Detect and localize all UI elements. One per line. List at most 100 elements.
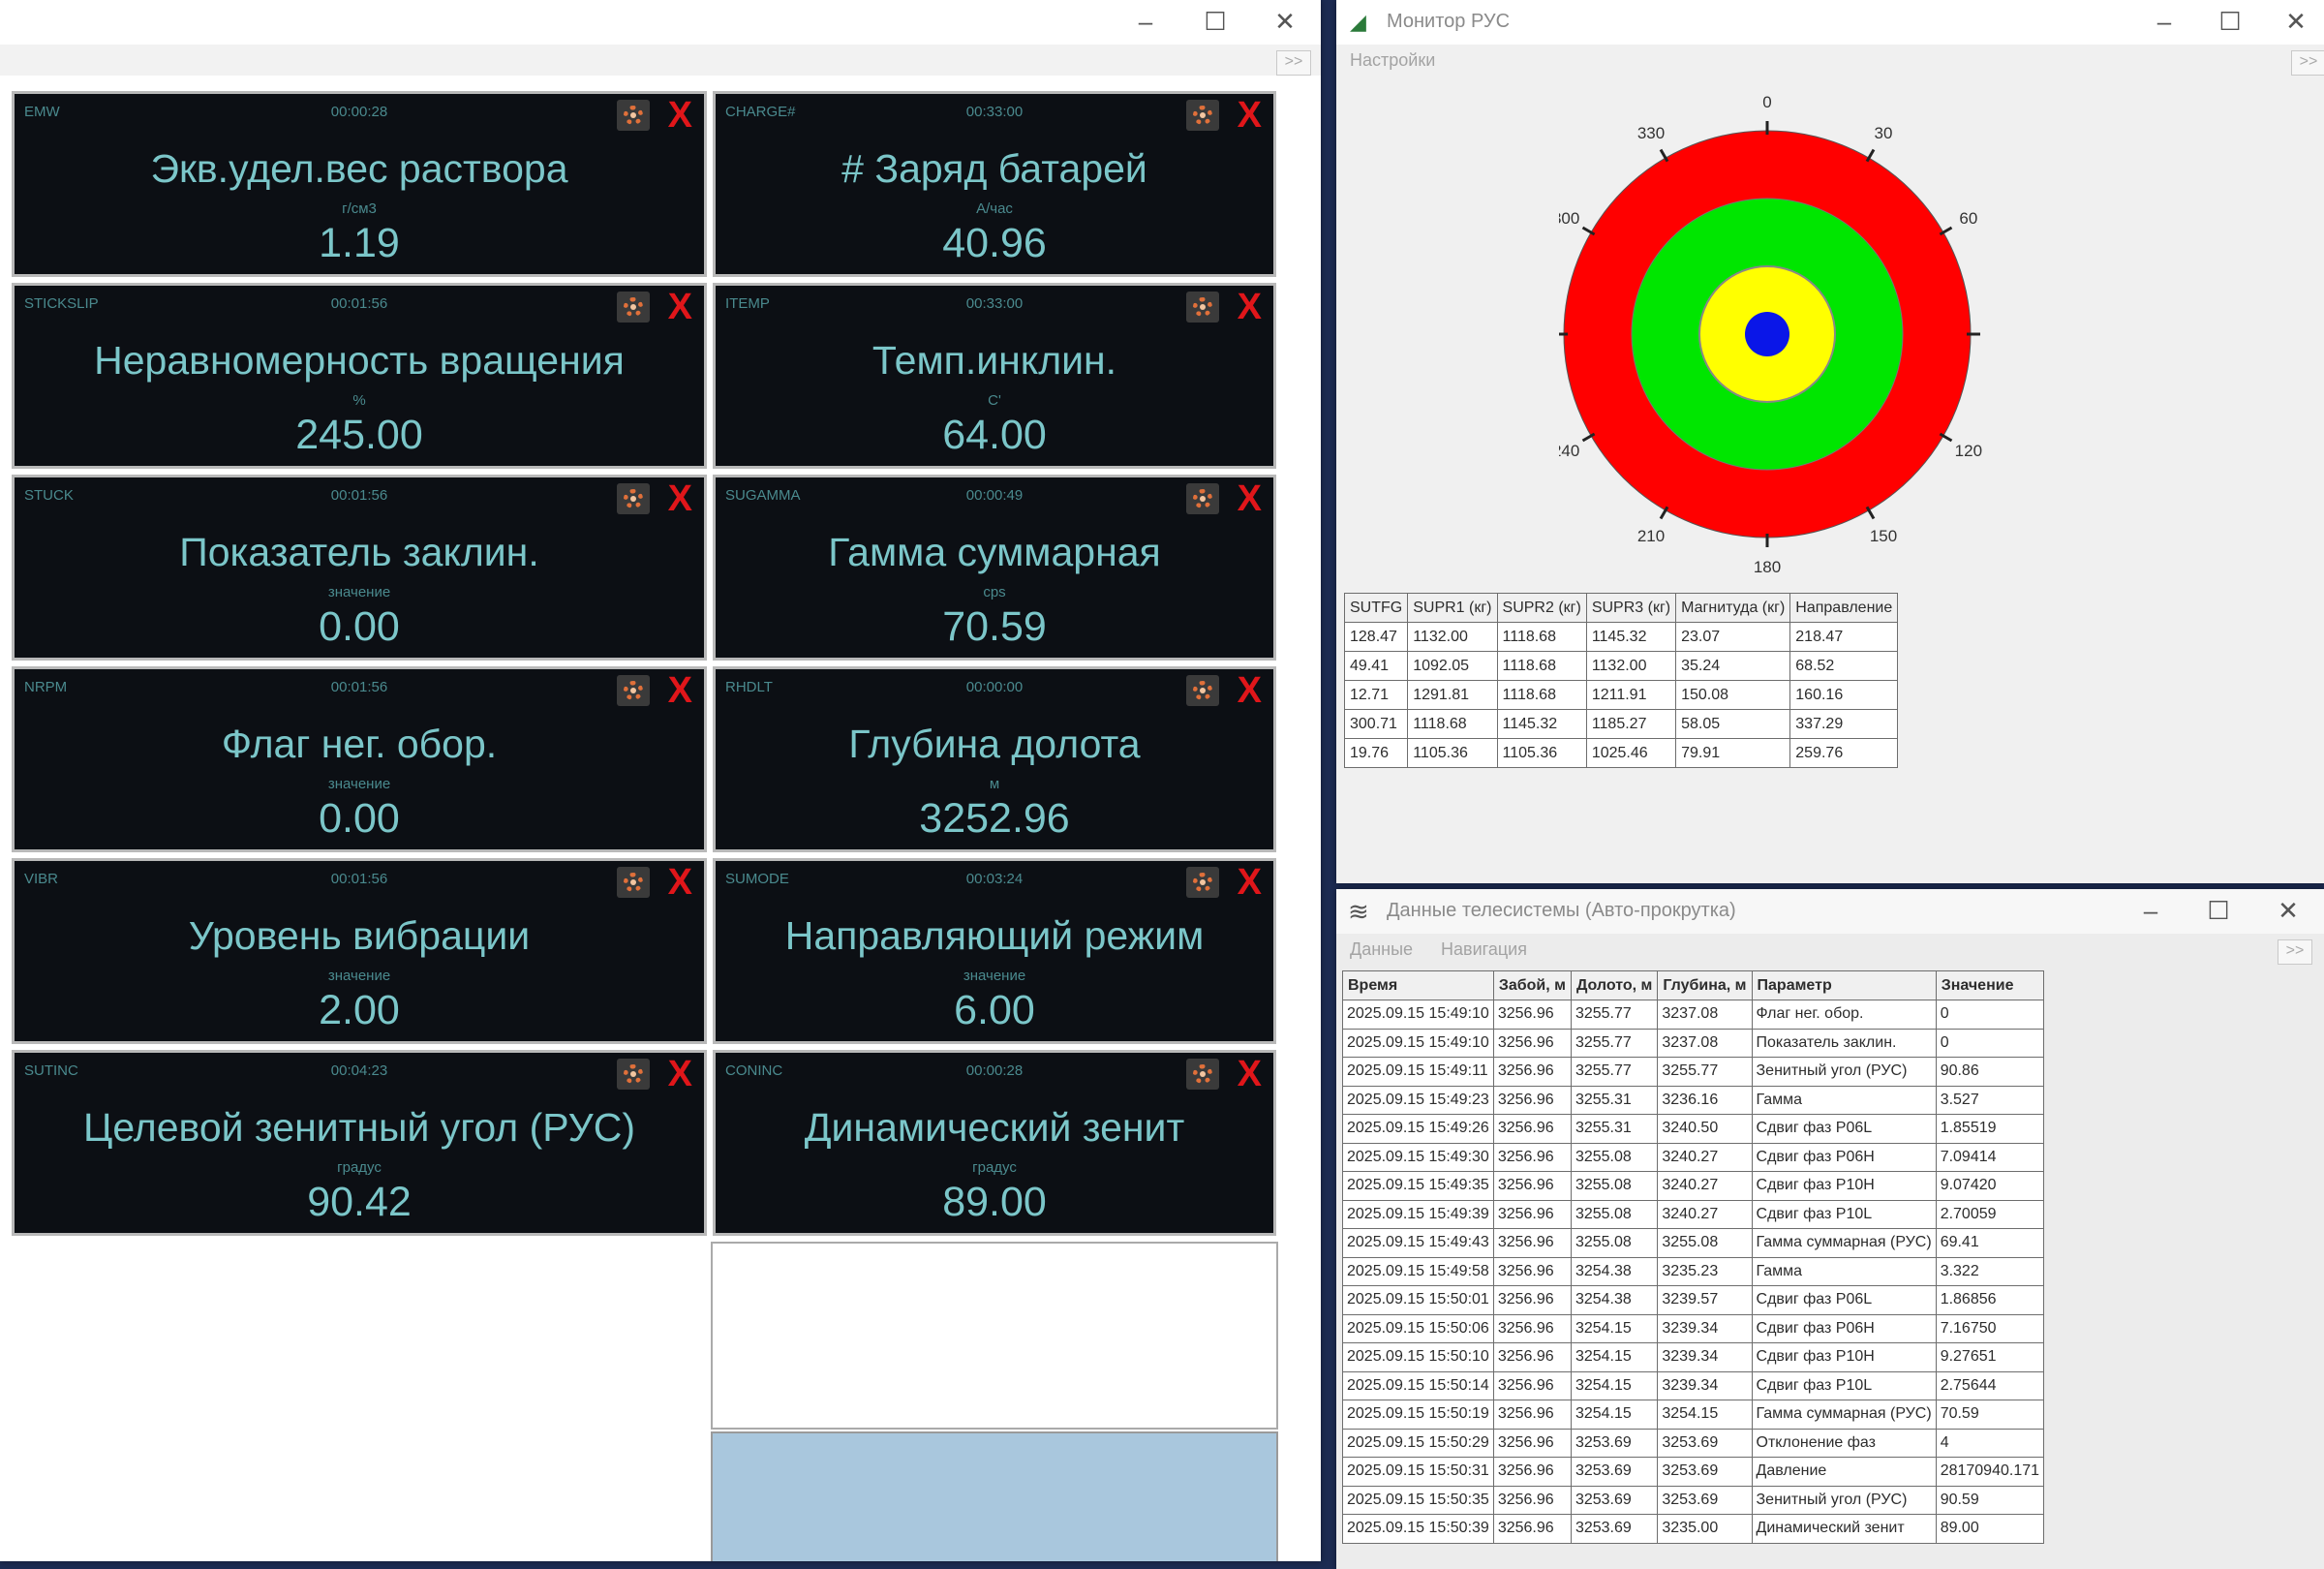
column-header[interactable]: Направление	[1789, 593, 1899, 623]
table-cell: 3253.69	[1657, 1428, 1753, 1458]
settings-button[interactable]	[1186, 1059, 1219, 1090]
table-cell: 90.86	[1935, 1057, 2045, 1087]
panel-unit: значение	[963, 968, 1026, 984]
maximize-icon[interactable]: ☐	[1193, 4, 1238, 39]
maximize-icon[interactable]: ☐	[2208, 4, 2252, 39]
table-cell: 3255.77	[1570, 1000, 1659, 1030]
table-row[interactable]: 2025.09.15 15:50:14 3256.96 3254.15 3239.34…	[1342, 1370, 2045, 1400]
column-header[interactable]: Забой, м	[1492, 970, 1572, 1000]
table-row[interactable]: 2025.09.15 15:49:39 3256.96 3255.08 3240.27…	[1342, 1199, 2045, 1229]
title-bar: ◢ Монитор РУС – ☐ ✕	[1336, 0, 2324, 45]
table-row[interactable]: 2025.09.15 15:50:31 3256.96 3253.69 3253.69…	[1342, 1457, 2045, 1487]
column-header[interactable]: SUPR1 (кг)	[1407, 593, 1498, 623]
more-button[interactable]: >>	[2278, 939, 2312, 965]
close-panel-icon[interactable]: X	[668, 1053, 692, 1095]
minimize-icon[interactable]: –	[2142, 4, 2186, 39]
table-cell: 9.27651	[1935, 1342, 2045, 1372]
empty-panel-slot-selected[interactable]	[711, 1431, 1278, 1561]
table-row[interactable]: 2025.09.15 15:49:23 3256.96 3255.31 3236.16…	[1342, 1085, 2045, 1115]
table-row[interactable]: 2025.09.15 15:49:26 3256.96 3255.31 3240.50…	[1342, 1114, 2045, 1144]
column-header[interactable]: Магнитуда (кг)	[1675, 593, 1791, 623]
close-panel-icon[interactable]: X	[1238, 94, 1262, 137]
table-row[interactable]: 49.41 1092.05 1118.68 1132.00 35.24 68.52	[1343, 651, 1899, 681]
settings-button[interactable]	[1186, 292, 1219, 323]
table-row[interactable]: 2025.09.15 15:50:06 3256.96 3254.15 3239.34…	[1342, 1313, 2045, 1343]
settings-button[interactable]	[617, 1059, 650, 1090]
more-button[interactable]: >>	[1276, 50, 1311, 76]
settings-button[interactable]	[1186, 675, 1219, 706]
table-cell: Сдвиг фаз P06H	[1751, 1142, 1937, 1172]
close-panel-icon[interactable]: X	[668, 669, 692, 712]
close-icon[interactable]: ✕	[2274, 4, 2318, 39]
close-icon[interactable]: ✕	[2266, 893, 2310, 928]
close-panel-icon[interactable]: X	[1238, 861, 1262, 904]
table-cell: 3235.00	[1657, 1514, 1753, 1544]
table-row[interactable]: 2025.09.15 15:49:11 3256.96 3255.77 3255.77…	[1342, 1057, 2045, 1087]
table-row[interactable]: 2025.09.15 15:49:10 3256.96 3255.77 3237.08…	[1342, 1000, 2045, 1030]
table-cell: 2025.09.15 15:49:23	[1342, 1085, 1494, 1115]
minimize-icon[interactable]: –	[2128, 893, 2173, 928]
close-panel-icon[interactable]: X	[668, 286, 692, 328]
table-cell: Гамма суммарная (РУС)	[1751, 1400, 1937, 1430]
menu-navigation[interactable]: Навигация	[1441, 939, 1527, 959]
table-cell: 1105.36	[1496, 738, 1587, 768]
polar-tick-label: 120	[1955, 442, 1982, 460]
close-panel-icon[interactable]: X	[668, 861, 692, 904]
table-cell: 2025.09.15 15:50:19	[1342, 1400, 1494, 1430]
table-row[interactable]: 19.76 1105.36 1105.36 1025.46 79.91 259.76	[1343, 738, 1899, 768]
minimize-icon[interactable]: –	[1123, 4, 1168, 39]
close-panel-icon[interactable]: X	[1238, 1053, 1262, 1095]
column-header[interactable]: SUPR2 (кг)	[1496, 593, 1587, 623]
close-panel-icon[interactable]: X	[668, 94, 692, 137]
settings-button[interactable]	[617, 483, 650, 514]
maximize-icon[interactable]: ☐	[2196, 893, 2241, 928]
table-row[interactable]: 2025.09.15 15:50:01 3256.96 3254.38 3239.57…	[1342, 1285, 2045, 1315]
column-header[interactable]: Глубина, м	[1657, 970, 1753, 1000]
close-panel-icon[interactable]: X	[668, 477, 692, 520]
settings-button[interactable]	[617, 292, 650, 323]
table-row[interactable]: 12.71 1291.81 1118.68 1211.91 150.08 160.16	[1343, 680, 1899, 710]
table-row[interactable]: 2025.09.15 15:49:35 3256.96 3255.08 3240.27…	[1342, 1171, 2045, 1201]
settings-button[interactable]	[1186, 483, 1219, 514]
column-header[interactable]: SUPR3 (кг)	[1585, 593, 1677, 623]
panel-name: # Заряд батарей	[841, 146, 1147, 191]
table-row[interactable]: 300.71 1118.68 1145.32 1185.27 58.05 337.29	[1343, 709, 1899, 739]
table-cell: Зенитный угол (РУС)	[1751, 1057, 1937, 1087]
table-row[interactable]: 2025.09.15 15:50:29 3256.96 3253.69 3253.69…	[1342, 1428, 2045, 1458]
close-panel-icon[interactable]: X	[1238, 477, 1262, 520]
column-header[interactable]: Время	[1342, 970, 1494, 1000]
settings-button[interactable]	[1186, 100, 1219, 131]
table-cell: 3237.08	[1657, 1000, 1753, 1030]
table-row[interactable]: 2025.09.15 15:49:30 3256.96 3255.08 3240.27…	[1342, 1142, 2045, 1172]
table-row[interactable]: 128.47 1132.00 1118.68 1145.32 23.07 218.47	[1343, 622, 1899, 652]
table-row[interactable]: 2025.09.15 15:49:58 3256.96 3254.38 3235.23…	[1342, 1256, 2045, 1286]
close-panel-icon[interactable]: X	[1238, 286, 1262, 328]
rus-monitor-window: ◢ Монитор РУС – ☐ ✕ Настройки >> 0306090…	[1336, 0, 2324, 883]
column-header[interactable]: Долото, м	[1570, 970, 1659, 1000]
settings-button[interactable]	[617, 100, 650, 131]
close-icon[interactable]: ✕	[1263, 4, 1307, 39]
table-row[interactable]: 2025.09.15 15:49:43 3256.96 3255.08 3255.08…	[1342, 1228, 2045, 1258]
table-cell: 2025.09.15 15:50:06	[1342, 1313, 1494, 1343]
table-row[interactable]: 2025.09.15 15:50:35 3256.96 3253.69 3253.69…	[1342, 1485, 2045, 1515]
panel-unit: градус	[337, 1159, 382, 1176]
column-header[interactable]: Параметр	[1751, 970, 1937, 1000]
table-row[interactable]: 2025.09.15 15:50:39 3256.96 3253.69 3235.00…	[1342, 1514, 2045, 1544]
table-row[interactable]: 2025.09.15 15:49:10 3256.96 3255.77 3237.08…	[1342, 1028, 2045, 1058]
table-row[interactable]: 2025.09.15 15:50:19 3256.96 3254.15 3254.15…	[1342, 1400, 2045, 1430]
more-button[interactable]: >>	[2291, 50, 2324, 76]
table-cell: 3240.27	[1657, 1142, 1753, 1172]
table-cell: 1132.00	[1407, 622, 1498, 652]
column-header[interactable]: Значение	[1935, 970, 2045, 1000]
close-panel-icon[interactable]: X	[1238, 669, 1262, 712]
column-header[interactable]: SUTFG	[1343, 593, 1409, 623]
settings-button[interactable]	[617, 675, 650, 706]
panel-value: 3252.96	[919, 795, 1070, 842]
telemetry-window: ≋ Данные телесистемы (Авто-прокрутка) – …	[1336, 889, 2324, 1569]
settings-button[interactable]	[1186, 867, 1219, 898]
menu-data[interactable]: Данные	[1350, 939, 1413, 959]
menu-settings[interactable]: Настройки	[1350, 50, 1435, 70]
settings-button[interactable]	[617, 867, 650, 898]
table-row[interactable]: 2025.09.15 15:50:10 3256.96 3254.15 3239.34…	[1342, 1342, 2045, 1372]
table-cell: Гамма	[1751, 1256, 1937, 1286]
